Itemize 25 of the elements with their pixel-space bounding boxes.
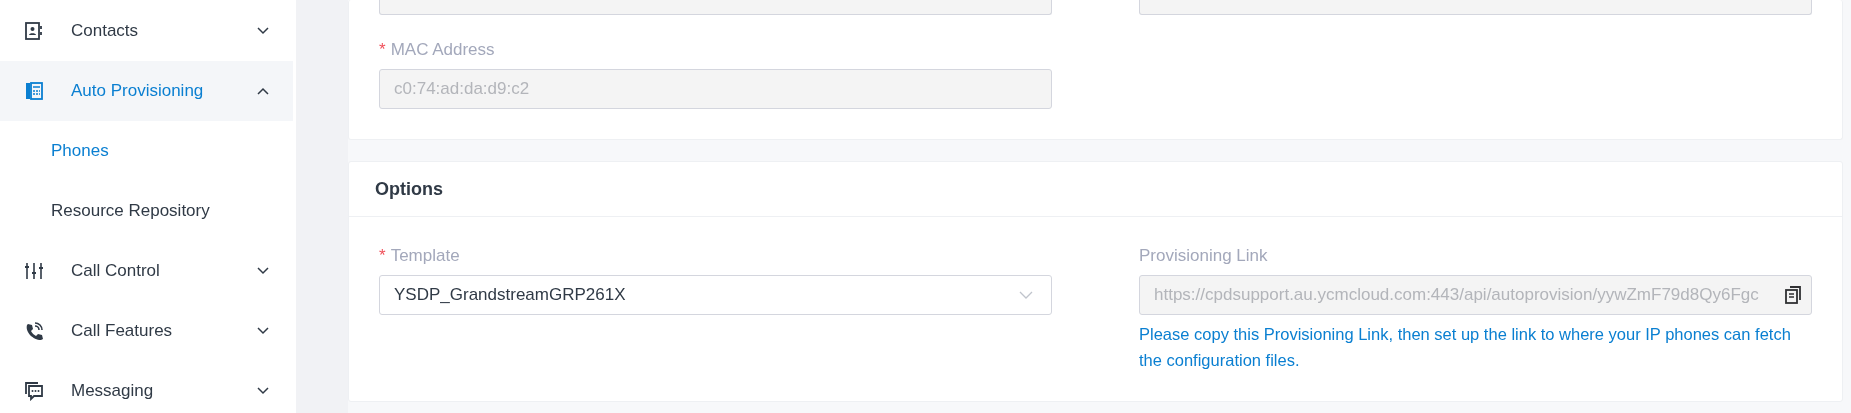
menu-item[interactable]: Contacts <box>0 0 293 61</box>
chevron-up-icon <box>257 87 269 95</box>
menu-item[interactable]: Auto Provisioning <box>0 61 293 121</box>
chat-bubbles-icon <box>24 381 44 401</box>
copy-icon <box>1785 286 1801 304</box>
field-label: * MAC Address <box>379 39 495 61</box>
field-label: Provisioning Link <box>1139 245 1268 267</box>
menu-item[interactable]: Call Control <box>0 241 293 301</box>
contact-book-icon <box>24 20 44 41</box>
section-title: Options <box>375 178 443 200</box>
field-label: * Template <box>379 245 460 267</box>
chevron-down-icon <box>1019 291 1033 299</box>
submenu-item[interactable]: Resource Repository <box>0 181 296 241</box>
help-text: Please copy this Provisioning Link, then set up the link to where your IP phones can fetch the configuration files. <box>1139 324 1792 371</box>
chevron-down-icon <box>257 387 269 395</box>
menu-item[interactable]: Call Features <box>0 301 293 361</box>
desk-phone-icon <box>24 81 44 101</box>
dropdown-field[interactable]: YSDP_GrandstreamGRP261X <box>379 275 1052 315</box>
submenu-item[interactable]: Phones <box>0 121 296 181</box>
chevron-down-icon <box>257 327 269 335</box>
menu-item[interactable]: Messaging <box>0 361 293 413</box>
phone-call-icon <box>24 321 44 341</box>
chevron-down-icon <box>257 26 269 35</box>
chevron-down-icon <box>257 267 269 275</box>
sliders-icon <box>24 261 44 281</box>
